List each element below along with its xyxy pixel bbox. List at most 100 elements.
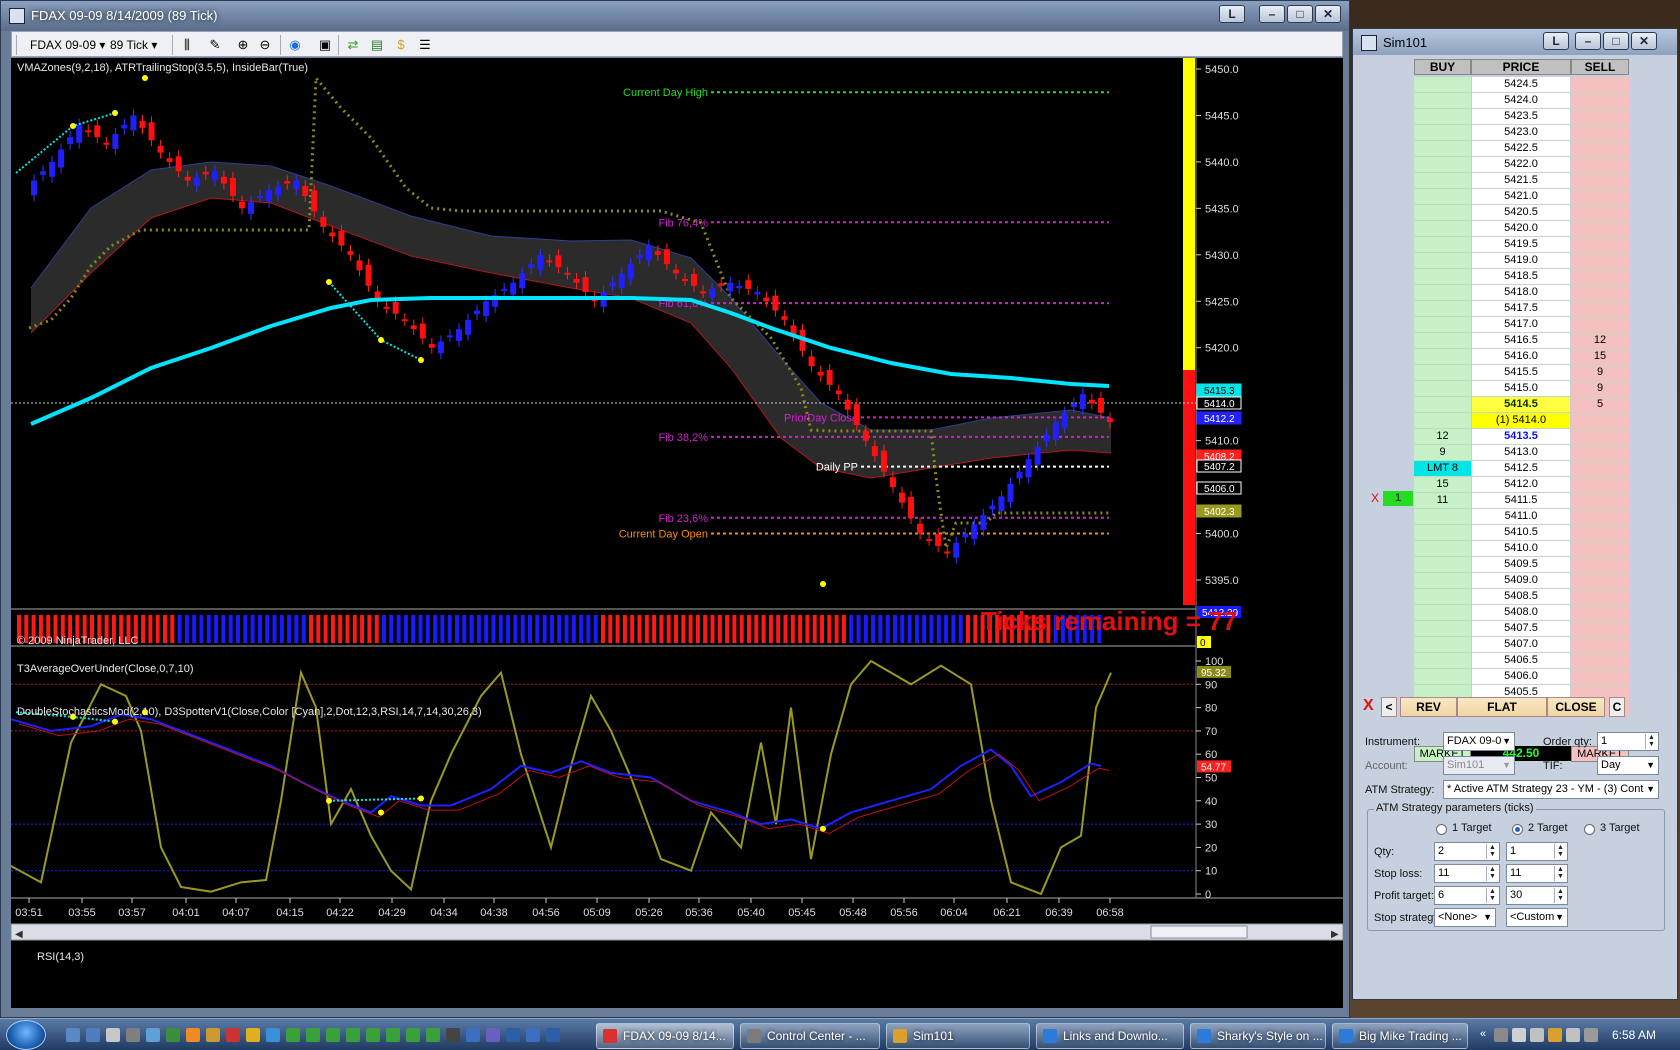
quicklaunch-icon[interactable] xyxy=(126,1028,140,1042)
start-button[interactable] xyxy=(6,1020,46,1050)
quicklaunch-icon[interactable] xyxy=(66,1028,80,1042)
target-2-radio[interactable] xyxy=(1512,824,1523,835)
ladder-buy-cell[interactable] xyxy=(1414,541,1471,557)
ladder-buy-cell[interactable] xyxy=(1414,77,1471,93)
close-button[interactable]: ✕ xyxy=(1315,5,1341,23)
ladder-buy-cell[interactable] xyxy=(1414,573,1471,589)
tif-select[interactable]: Day ▼ xyxy=(1597,756,1659,775)
ladder-sell-cell[interactable] xyxy=(1571,637,1629,653)
globe-icon[interactable]: ◉ xyxy=(286,36,304,54)
spinner-icon[interactable]: ▲ ▼ xyxy=(1486,888,1498,903)
stop-loss-target2-input[interactable]: 11 ▲ ▼ xyxy=(1506,864,1568,883)
quicklaunch-icon[interactable] xyxy=(506,1028,520,1042)
collapse-button[interactable]: < xyxy=(1381,697,1397,717)
ladder-sell-cell[interactable] xyxy=(1571,93,1629,109)
dom-titlebar[interactable]: Sim101 L – □ ✕ xyxy=(1353,29,1677,55)
ladder-price-cell[interactable]: 5408.0 xyxy=(1471,605,1571,621)
ladder-buy-cell[interactable] xyxy=(1414,653,1471,669)
ladder-sell-cell[interactable] xyxy=(1571,589,1629,605)
ladder-sell-cell[interactable] xyxy=(1571,237,1629,253)
ladder-sell-cell[interactable]: 12 xyxy=(1571,333,1629,349)
ladder-price-cell[interactable]: 5423.5 xyxy=(1471,109,1571,125)
taskbar-button[interactable]: Big Mike Trading ... xyxy=(1332,1023,1468,1049)
order-qty-cell[interactable]: 1 xyxy=(1383,491,1413,506)
ladder-buy-cell[interactable] xyxy=(1414,93,1471,109)
ladder-sell-cell[interactable] xyxy=(1571,669,1629,685)
ladder-price-cell[interactable]: 5416.5 xyxy=(1471,333,1571,349)
ladder-buy-cell[interactable] xyxy=(1414,205,1471,221)
rev-button[interactable]: REV xyxy=(1400,697,1457,717)
ladder-sell-cell[interactable] xyxy=(1571,189,1629,205)
instrument-selector[interactable]: FDAX 09-09 ▾ xyxy=(30,36,105,54)
close-all-x-button[interactable]: X xyxy=(1363,697,1374,715)
ladder-price-cell[interactable]: 5422.5 xyxy=(1471,141,1571,157)
spinner-icon[interactable]: ▲ ▼ xyxy=(1554,888,1566,903)
spinner-icon[interactable]: ▲ ▼ xyxy=(1486,844,1498,859)
quicklaunch-icon[interactable] xyxy=(286,1028,300,1042)
quicklaunch-icon[interactable] xyxy=(426,1028,440,1042)
ladder-sell-cell[interactable]: 9 xyxy=(1571,365,1629,381)
ladder-price-cell[interactable]: 5410.5 xyxy=(1471,525,1571,541)
ladder-sell-cell[interactable] xyxy=(1571,493,1629,509)
quicklaunch-icon[interactable] xyxy=(106,1028,120,1042)
account-select[interactable]: Sim101 ▼ xyxy=(1443,756,1515,775)
ladder-price-cell[interactable]: 5410.0 xyxy=(1471,541,1571,557)
ladder-price-cell[interactable]: 5406.5 xyxy=(1471,653,1571,669)
ladder-price-cell[interactable]: 5419.5 xyxy=(1471,237,1571,253)
ladder-sell-cell[interactable] xyxy=(1571,157,1629,173)
ladder-sell-cell[interactable] xyxy=(1571,429,1629,445)
quicklaunch-icon[interactable] xyxy=(86,1028,100,1042)
ladder-buy-cell[interactable] xyxy=(1414,509,1471,525)
ladder-sell-cell[interactable] xyxy=(1571,605,1629,621)
spinner-icon[interactable]: ▲ ▼ xyxy=(1554,866,1566,881)
minimize-button[interactable]: – xyxy=(1259,5,1285,23)
quicklaunch-icon[interactable] xyxy=(546,1028,560,1042)
ladder-price-cell[interactable]: 5412.5 xyxy=(1471,461,1571,477)
stop-loss-target1-input[interactable]: 11 ▲ ▼ xyxy=(1434,864,1500,883)
quicklaunch-icon[interactable] xyxy=(266,1028,280,1042)
ladder-buy-cell[interactable] xyxy=(1414,589,1471,605)
tray-icon[interactable] xyxy=(1548,1028,1562,1042)
ladder-buy-cell[interactable] xyxy=(1414,557,1471,573)
spinner-icon[interactable]: ▲ ▼ xyxy=(1645,734,1657,749)
ladder-buy-cell[interactable] xyxy=(1414,669,1471,685)
ladder-buy-cell[interactable] xyxy=(1414,141,1471,157)
ladder-sell-cell[interactable] xyxy=(1571,317,1629,333)
ladder-sell-cell[interactable] xyxy=(1571,477,1629,493)
close-button[interactable]: ✕ xyxy=(1631,32,1657,50)
maximize-button[interactable]: □ xyxy=(1603,32,1629,50)
zoom-in-icon[interactable]: ⊕ xyxy=(234,36,252,54)
ladder-buy-cell[interactable] xyxy=(1414,381,1471,397)
ladder-sell-cell[interactable] xyxy=(1571,557,1629,573)
bar-type-icon[interactable]: ⫼ xyxy=(178,36,196,54)
ladder-sell-cell[interactable]: 15 xyxy=(1571,349,1629,365)
qty-target2-input[interactable]: 1 ▲ ▼ xyxy=(1506,842,1568,861)
ladder-price-cell[interactable]: 5414.5 xyxy=(1471,397,1571,413)
ladder-price-cell[interactable]: 5416.0 xyxy=(1471,349,1571,365)
ladder-price-cell[interactable]: 5417.5 xyxy=(1471,301,1571,317)
ladder-buy-cell[interactable] xyxy=(1414,109,1471,125)
quicklaunch-icon[interactable] xyxy=(366,1028,380,1042)
ladder-buy-cell[interactable]: 11 xyxy=(1414,493,1471,509)
link-button[interactable]: L xyxy=(1219,5,1245,23)
quicklaunch-icon[interactable] xyxy=(386,1028,400,1042)
ladder-price-cell[interactable]: 5407.5 xyxy=(1471,621,1571,637)
taskbar-button[interactable]: FDAX 09-09 8/14... xyxy=(596,1023,734,1049)
ladder-sell-cell[interactable] xyxy=(1571,525,1629,541)
ladder-sell-cell[interactable]: 5 xyxy=(1571,397,1629,413)
ladder-buy-cell[interactable] xyxy=(1414,525,1471,541)
spinner-icon[interactable]: ▲ ▼ xyxy=(1554,844,1566,859)
stop-strategy-target2-select[interactable]: <Custom ▼ xyxy=(1506,908,1568,927)
ladder-price-cell[interactable]: 5407.0 xyxy=(1471,637,1571,653)
ladder-price-cell[interactable]: 5419.0 xyxy=(1471,253,1571,269)
close-position-button[interactable]: CLOSE xyxy=(1547,697,1605,717)
ladder-buy-cell[interactable] xyxy=(1414,621,1471,637)
flat-button[interactable]: FLAT xyxy=(1457,697,1547,717)
zoom-out-icon[interactable]: ⊖ xyxy=(256,36,274,54)
quicklaunch-icon[interactable] xyxy=(446,1028,460,1042)
ladder-buy-cell[interactable] xyxy=(1414,125,1471,141)
ladder-buy-cell[interactable] xyxy=(1414,365,1471,381)
ladder-buy-cell[interactable] xyxy=(1414,285,1471,301)
taskbar-button[interactable]: Sharky's Style on ... xyxy=(1190,1023,1326,1049)
ladder-price-cell[interactable]: 5409.5 xyxy=(1471,557,1571,573)
